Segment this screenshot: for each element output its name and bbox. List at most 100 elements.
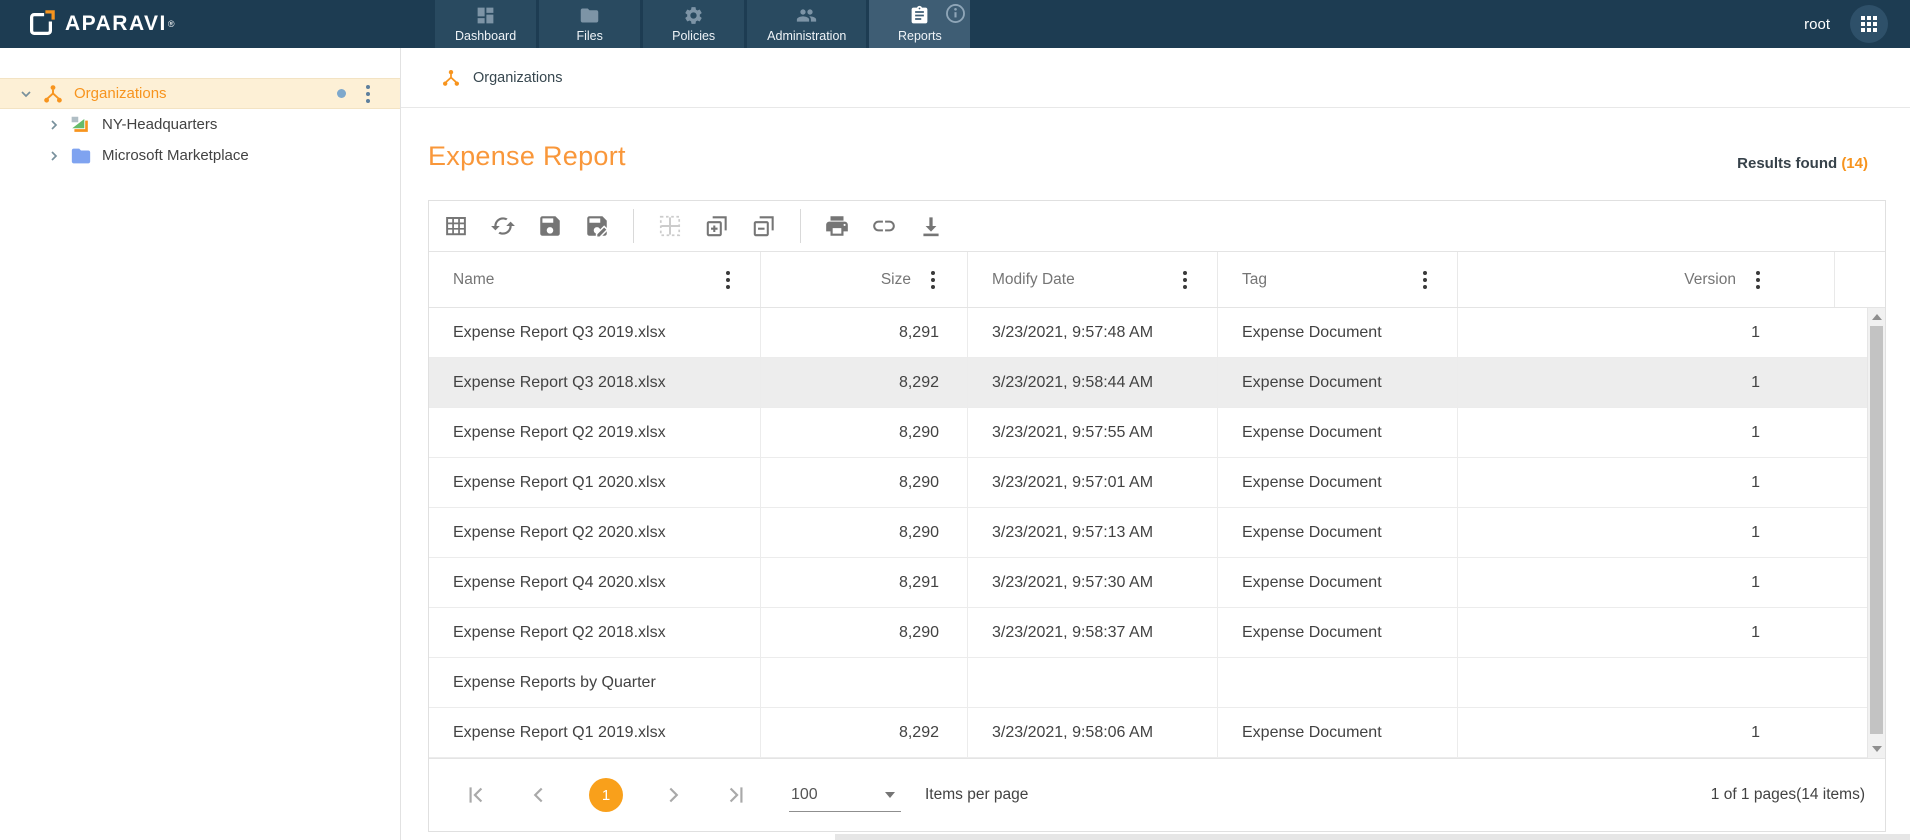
- scrollbar-thumb[interactable]: [1870, 326, 1883, 734]
- info-icon[interactable]: [945, 3, 966, 24]
- logo-text: APARAVI: [65, 12, 167, 35]
- table-body: Expense Report Q3 2019.xlsx 8,291 3/23/2…: [429, 308, 1867, 758]
- previous-page-button[interactable]: [526, 782, 552, 808]
- border-inner-icon: [659, 215, 681, 237]
- cell-modify-date: [968, 658, 1218, 707]
- column-header-modify-date[interactable]: Modify Date: [968, 252, 1218, 307]
- next-page-button[interactable]: [660, 782, 686, 808]
- collapse-all-icon: [753, 216, 774, 237]
- cell-name: Expense Report Q3 2018.xlsx: [429, 358, 761, 407]
- tree-item-ny-headquarters[interactable]: NY-Headquarters: [0, 109, 400, 140]
- copy-link-button[interactable]: [871, 213, 897, 239]
- app-window: APARAVI ® Dashboard Files Policies Admini…: [0, 0, 1910, 840]
- chevron-right-icon[interactable]: [46, 148, 62, 164]
- cell-tag: Expense Document: [1218, 558, 1458, 607]
- tree-item-menu-button[interactable]: [362, 81, 374, 107]
- table-row[interactable]: Expense Report Q2 2018.xlsx 8,290 3/23/2…: [429, 608, 1867, 658]
- last-page-icon: [729, 787, 743, 803]
- refresh-icon: [491, 217, 515, 235]
- collector-icon: [71, 116, 88, 132]
- main-content: Organizations Expense Report Results fou…: [401, 48, 1910, 840]
- tree-item-microsoft-marketplace[interactable]: Microsoft Marketplace: [0, 140, 400, 171]
- tab-administration[interactable]: Administration: [747, 0, 867, 48]
- sidebar: Organizations NY-Headquarters Microsoft …: [0, 48, 401, 840]
- table-row[interactable]: Expense Report Q3 2018.xlsx 8,292 3/23/2…: [429, 358, 1867, 408]
- scroll-down-button[interactable]: [1872, 746, 1882, 752]
- table-row[interactable]: Expense Report Q3 2019.xlsx 8,291 3/23/2…: [429, 308, 1867, 358]
- items-per-page-select[interactable]: 100: [789, 778, 901, 812]
- cell-version: 1: [1751, 423, 1760, 441]
- cell-tag: Expense Document: [1218, 308, 1458, 357]
- cell-tag: Expense Document: [1218, 358, 1458, 407]
- column-menu-button[interactable]: [1179, 267, 1191, 293]
- pagination-bar: 1 100 Items per page 1 of 1 pages(14 ite…: [429, 758, 1885, 831]
- collapse-all-button[interactable]: [751, 213, 777, 239]
- cell-name: Expense Report Q2 2020.xlsx: [429, 508, 761, 557]
- column-label: Name: [453, 270, 495, 288]
- apps-menu-button[interactable]: [1850, 5, 1888, 43]
- tree-item-label: Organizations: [74, 85, 167, 102]
- last-page-button[interactable]: [723, 782, 749, 808]
- tab-dashboard[interactable]: Dashboard: [435, 0, 537, 48]
- page-background-strip: [835, 834, 1910, 840]
- column-menu-button[interactable]: [1752, 267, 1764, 293]
- column-header-size[interactable]: Size: [761, 252, 968, 307]
- expand-all-button[interactable]: [704, 213, 730, 239]
- table-row[interactable]: Expense Report Q1 2019.xlsx 8,292 3/23/2…: [429, 708, 1867, 758]
- tab-label: Administration: [767, 29, 847, 43]
- scroll-up-button[interactable]: [1872, 314, 1882, 320]
- chevron-down-icon[interactable]: [18, 86, 34, 102]
- current-page-button[interactable]: 1: [589, 778, 623, 812]
- save-as-button[interactable]: [584, 213, 610, 239]
- cell-size: 8,292: [761, 358, 968, 407]
- cell-version: 1: [1751, 473, 1760, 491]
- tree-item-organizations[interactable]: Organizations: [0, 78, 400, 109]
- status-dot: [337, 89, 346, 98]
- link-icon: [873, 220, 895, 232]
- refresh-button[interactable]: [490, 213, 516, 239]
- dashboard-icon: [477, 7, 494, 24]
- vertical-scrollbar[interactable]: [1867, 308, 1885, 758]
- table-columns-button[interactable]: [443, 213, 469, 239]
- tab-reports[interactable]: Reports: [869, 0, 971, 48]
- select-cells-button[interactable]: [657, 213, 683, 239]
- breadcrumb-label[interactable]: Organizations: [473, 70, 562, 86]
- results-found: Results found (14): [1737, 155, 1868, 172]
- user-label[interactable]: root: [1804, 16, 1830, 33]
- column-menu-button[interactable]: [1419, 267, 1431, 293]
- cell-version: 1: [1751, 323, 1760, 341]
- chevron-right-icon[interactable]: [46, 117, 62, 133]
- save-button[interactable]: [537, 213, 563, 239]
- column-header-name[interactable]: Name: [429, 252, 761, 307]
- toolbar-divider: [800, 209, 801, 243]
- column-header-tag[interactable]: Tag: [1218, 252, 1458, 307]
- cell-name: Expense Reports by Quarter: [429, 658, 761, 707]
- table-row[interactable]: Expense Report Q4 2020.xlsx 8,291 3/23/2…: [429, 558, 1867, 608]
- tree-item-label: NY-Headquarters: [102, 116, 218, 133]
- table-row[interactable]: Expense Reports by Quarter: [429, 658, 1867, 708]
- table-row[interactable]: Expense Report Q2 2019.xlsx 8,290 3/23/2…: [429, 408, 1867, 458]
- table-row[interactable]: Expense Report Q1 2020.xlsx 8,290 3/23/2…: [429, 458, 1867, 508]
- aparavi-logo: APARAVI ®: [0, 0, 175, 48]
- tab-files[interactable]: Files: [539, 0, 641, 48]
- download-icon: [923, 217, 939, 237]
- column-header-version[interactable]: Version: [1458, 252, 1835, 307]
- tab-policies[interactable]: Policies: [643, 0, 745, 48]
- cell-version: 1: [1751, 573, 1760, 591]
- print-button[interactable]: [824, 213, 850, 239]
- table-row[interactable]: Expense Report Q2 2020.xlsx 8,290 3/23/2…: [429, 508, 1867, 558]
- first-page-button[interactable]: [463, 782, 489, 808]
- cell-size: 8,291: [761, 308, 968, 357]
- results-count: (14): [1841, 155, 1868, 172]
- download-button[interactable]: [918, 213, 944, 239]
- app-header: APARAVI ® Dashboard Files Policies Admini…: [0, 0, 1910, 48]
- column-menu-button[interactable]: [722, 267, 734, 293]
- save-edit-icon: [587, 216, 609, 239]
- logo-registered-mark: ®: [167, 19, 175, 29]
- organization-icon: [443, 69, 459, 86]
- cell-size: 8,290: [761, 408, 968, 457]
- tab-label: Files: [576, 29, 603, 43]
- cell-size: 8,290: [761, 608, 968, 657]
- cell-size: 8,291: [761, 558, 968, 607]
- column-menu-button[interactable]: [927, 267, 939, 293]
